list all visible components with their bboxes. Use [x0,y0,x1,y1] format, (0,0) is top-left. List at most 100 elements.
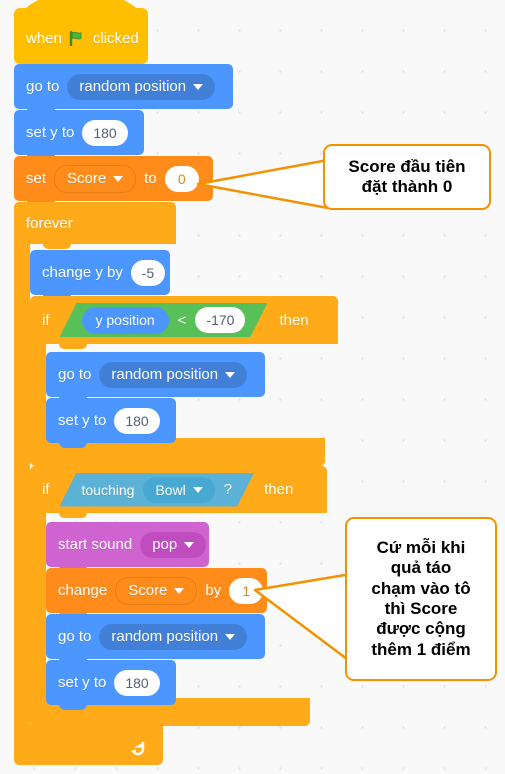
change-y-value: -5 [141,264,155,281]
to-label: to [144,170,157,187]
change-y-value-input[interactable]: -5 [130,259,165,286]
set-variable-value-input[interactable]: 0 [164,165,199,192]
loop-arrow-icon [131,741,145,756]
set-label: set [26,170,47,187]
block-set-y-to-3[interactable]: set y to 180 [46,660,176,710]
less-than-operator: < [177,311,187,329]
block-bottom-bump [59,704,87,710]
go-to-target-value: random position [111,628,219,645]
change-variable-dropdown[interactable]: Score [115,576,198,605]
chevron-down-icon [225,371,236,378]
start-sound-label: start sound [58,536,133,553]
callout-2-line-4: thì Score [384,599,458,618]
set-y-value-input[interactable]: 180 [114,669,160,696]
block-change-y-by[interactable]: change y by -5 [30,250,170,300]
forever-inner-notch [43,244,71,249]
if-1-inner-notch [59,344,87,349]
chevron-down-icon [184,541,195,548]
callout-2-line-3: chạm vào tô [371,578,471,598]
block-go-to-random-position-2[interactable]: go to random position [46,352,265,402]
block-set-y-to-2[interactable]: set y to 180 [46,398,176,448]
callout-2-line-5: được cộng [376,619,466,639]
forever-header[interactable]: forever [14,202,176,244]
less-than-value: -170 [206,312,235,328]
touching-label: touching [81,481,135,498]
start-sound-dropdown[interactable]: pop [140,531,207,558]
callout-1-leader-line [196,158,330,210]
callout-1-line-1: Score đầu tiên [348,156,466,176]
touching-question-mark: ? [223,481,233,498]
callout-2-line-6: thêm 1 điểm [371,639,471,659]
set-y-to-label: set y to [58,674,107,691]
touching-target-value: Bowl [155,481,186,498]
callout-1-line-2: đặt thành 0 [361,177,453,196]
go-to-target-value: random position [79,78,187,95]
forever-label: forever [26,214,73,232]
set-y-value: 180 [125,412,149,429]
set-variable-value: 0 [177,170,186,187]
set-y-value-input[interactable]: 180 [82,119,128,146]
go-to-target-dropdown[interactable]: random position [99,361,248,388]
if-2-then-label: then [264,481,294,498]
block-go-to-random-position-3[interactable]: go to random position [46,614,265,664]
change-variable-value: 1 [242,582,251,599]
change-variable-value-input[interactable]: 1 [229,577,264,604]
forever-left-spine [14,244,30,724]
callout-score-init: Score đầu tiên đặt thành 0 [323,144,491,210]
chevron-down-icon [193,83,204,90]
when-label: when [26,29,62,47]
block-set-variable-score[interactable]: set Score to 0 [14,156,213,206]
callout-2-line-2: quả táo [390,558,452,578]
if-1-header[interactable]: if y position < -170 then [30,296,338,344]
if-1-left-spine [30,344,46,438]
if-2-condition-touching[interactable]: touching Bowl ? [60,473,255,507]
change-label: change [58,582,108,599]
clicked-label: clicked [92,29,139,47]
script-canvas[interactable]: when clicked go to random position set y… [0,0,505,774]
by-label: by [205,582,222,599]
reporter-y-position[interactable]: y position [82,307,169,334]
forever-footer[interactable] [14,724,163,765]
set-y-value: 180 [125,674,149,691]
green-flag-icon [69,30,86,46]
chevron-down-icon [193,487,203,493]
set-y-to-label: set y to [26,124,75,141]
go-to-label: go to [26,78,60,95]
if-2-left-spine [30,513,46,698]
if-2-inner-notch [59,513,87,518]
go-to-target-dropdown[interactable]: random position [67,73,216,100]
start-sound-value: pop [152,536,178,553]
block-go-to-random-position-1[interactable]: go to random position [14,64,233,114]
chevron-down-icon [113,175,124,182]
block-when-flag-clicked[interactable]: when clicked [14,0,148,69]
block-set-y-to-1[interactable]: set y to 180 [14,110,144,160]
callout-2-line-1: Cứ mỗi khi [376,537,466,557]
callout-score-increment: Cứ mỗi khi quả táo chạm vào tô thì Score… [345,517,497,681]
touching-target-dropdown[interactable]: Bowl [143,477,214,503]
if-1-label: if [42,311,50,329]
if-2-header[interactable]: if touching Bowl ? then [30,466,327,513]
y-position-label: y position [95,312,155,328]
set-variable-dropdown[interactable]: Score [54,164,137,193]
set-variable-name: Score [67,170,107,187]
chevron-down-icon [225,633,236,640]
if-2-bottom-bump [43,726,71,732]
go-to-target-value: random position [111,366,219,383]
go-to-label: go to [58,628,92,645]
if-1-then-label: then [279,311,309,329]
set-y-value: 180 [93,124,117,141]
set-y-to-label: set y to [58,412,107,429]
if-1-condition-less-than[interactable]: y position < -170 [60,303,268,337]
block-start-sound[interactable]: start sound pop [46,522,209,572]
set-y-value-input[interactable]: 180 [114,407,160,434]
less-than-value-input[interactable]: -170 [195,307,245,333]
go-to-target-dropdown[interactable]: random position [99,623,248,650]
go-to-label: go to [58,366,92,383]
if-2-label: if [42,481,50,498]
block-change-variable-score[interactable]: change Score by 1 [46,568,267,618]
change-y-by-label: change y by [42,264,123,281]
block-bottom-bump [59,442,87,448]
callout-2-leader-line [253,572,353,664]
chevron-down-icon [174,587,185,594]
change-variable-name: Score [128,582,168,599]
